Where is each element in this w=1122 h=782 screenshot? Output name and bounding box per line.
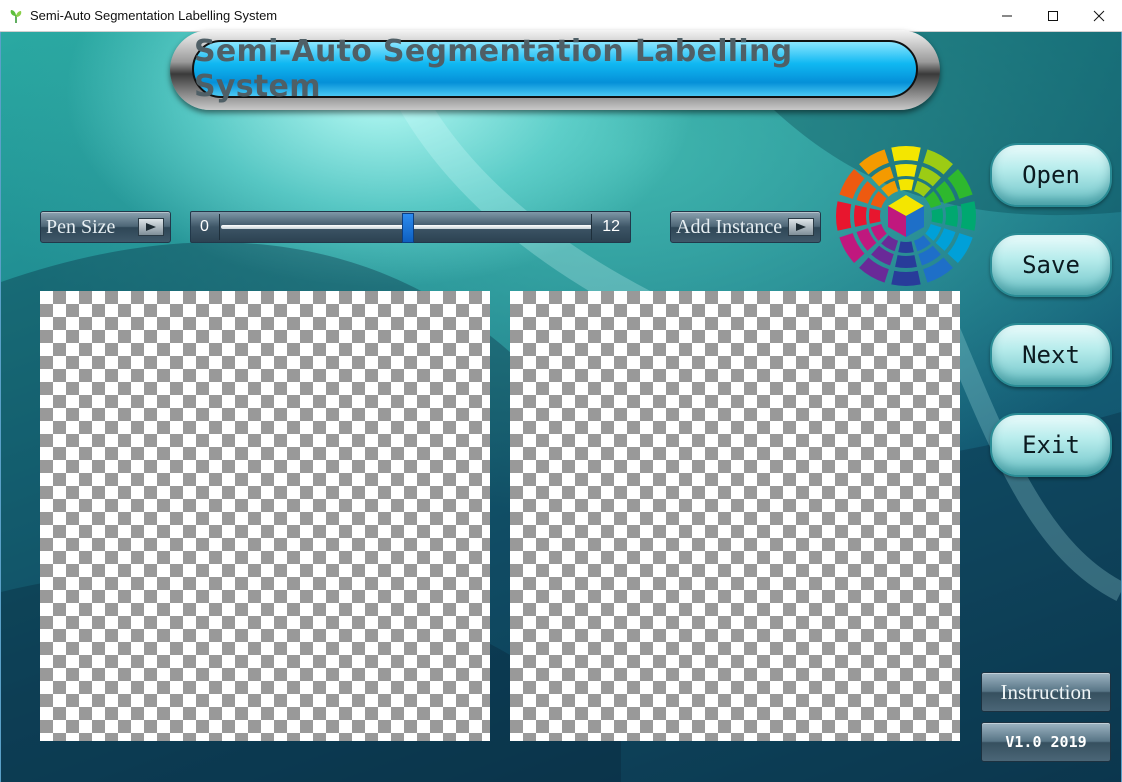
color-wheel-segment[interactable] (891, 146, 921, 162)
color-wheel-segment[interactable] (913, 235, 931, 252)
slider-divider (591, 214, 592, 240)
header-banner-inner: Semi-Auto Segmentation Labelling System (192, 34, 918, 104)
color-wheel-segment[interactable] (898, 179, 914, 191)
play-icon (138, 218, 164, 236)
add-instance-label: Add Instance (676, 215, 783, 238)
color-wheel-segment[interactable] (854, 205, 867, 227)
color-wheel-segment[interactable] (913, 180, 931, 197)
slider-min-label: 0 (200, 218, 209, 235)
color-wheel-segment[interactable] (881, 180, 899, 197)
version-badge: V1.0 2019 (981, 722, 1111, 762)
window-controls (984, 0, 1122, 31)
save-button[interactable]: Save (990, 233, 1112, 297)
slider-max-label: 12 (602, 218, 620, 235)
pen-size-slider[interactable]: 0 12 (190, 211, 631, 243)
window-title: Semi-Auto Segmentation Labelling System (30, 8, 278, 23)
open-button[interactable]: Open (990, 143, 1112, 207)
page-title: Semi-Auto Segmentation Labelling System (194, 34, 793, 104)
pen-size-button[interactable]: Pen Size (40, 211, 171, 243)
pen-size-label: Pen Size (46, 215, 116, 238)
color-wheel-segment[interactable] (891, 270, 921, 286)
version-label: V1.0 2019 (1005, 733, 1087, 751)
source-image-canvas[interactable] (40, 291, 490, 741)
header-banner: Semi-Auto Segmentation Labelling System (170, 30, 940, 110)
color-wheel-segment[interactable] (870, 191, 887, 209)
color-wheel-segment[interactable] (931, 208, 943, 224)
color-wheel-segment[interactable] (881, 235, 899, 252)
leaf-icon (10, 9, 22, 23)
exit-button-label: Exit (1022, 431, 1080, 459)
open-button-label: Open (1022, 161, 1080, 189)
save-button-label: Save (1022, 251, 1080, 279)
color-wheel-segment[interactable] (960, 201, 976, 231)
next-button-label: Next (1022, 341, 1080, 369)
exit-button[interactable]: Exit (990, 413, 1112, 477)
color-wheel-segment[interactable] (925, 223, 942, 241)
color-wheel-segment[interactable] (870, 223, 887, 241)
add-instance-button[interactable]: Add Instance (670, 211, 821, 243)
label-result-canvas[interactable] (510, 291, 960, 741)
instruction-button-label: Instruction (1000, 679, 1092, 704)
slider-thumb[interactable] (401, 213, 414, 243)
color-wheel-segment[interactable] (836, 201, 852, 231)
color-wheel-segment[interactable] (925, 191, 942, 209)
close-icon[interactable] (1076, 0, 1122, 31)
minimize-icon[interactable] (984, 0, 1030, 31)
window-titlebar: Semi-Auto Segmentation Labelling System (0, 0, 1122, 32)
next-button[interactable]: Next (990, 323, 1112, 387)
color-wheel-segment[interactable] (898, 241, 914, 253)
play-icon (788, 218, 814, 236)
instruction-button[interactable]: Instruction (981, 672, 1111, 712)
color-wheel-segment[interactable] (895, 255, 917, 268)
color-wheel-icon[interactable] (833, 143, 979, 289)
slider-divider (219, 214, 220, 240)
color-wheel-segment[interactable] (945, 205, 958, 227)
color-wheel-segment[interactable] (895, 164, 917, 177)
color-wheel-segment[interactable] (869, 208, 881, 224)
maximize-icon[interactable] (1030, 0, 1076, 31)
